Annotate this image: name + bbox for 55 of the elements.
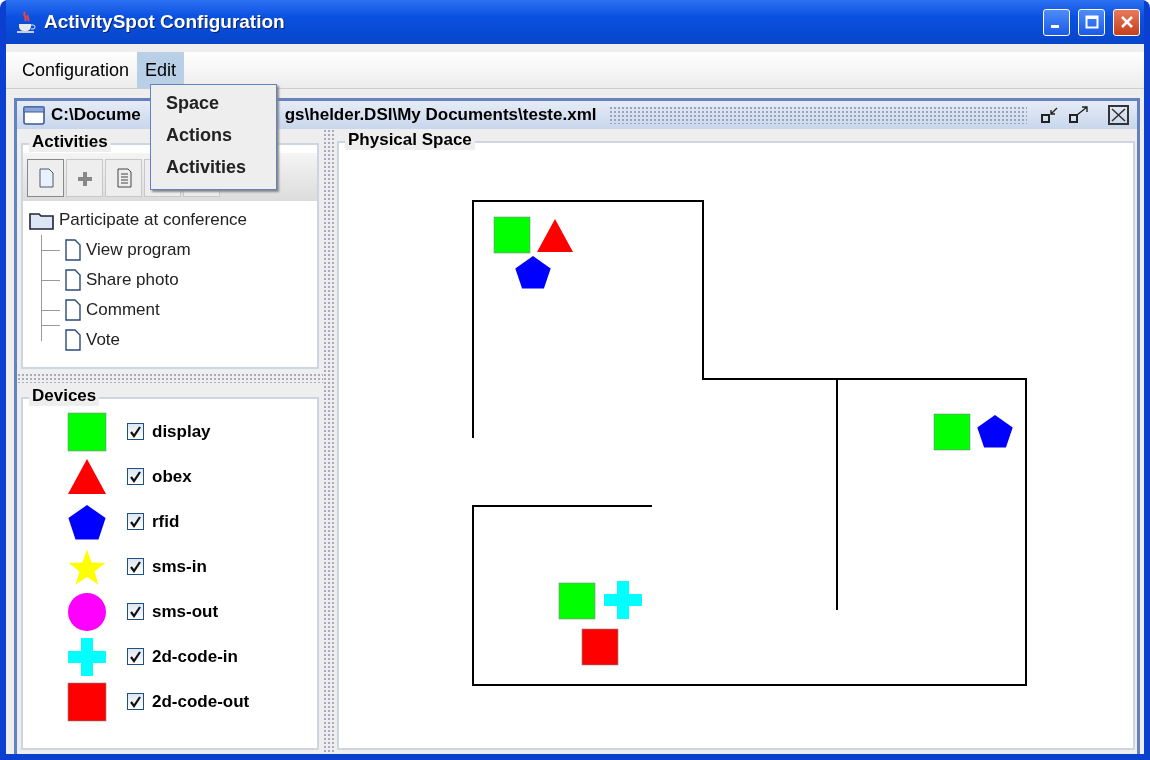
file-icon: [64, 298, 82, 322]
square-marker[interactable]: [558, 582, 596, 620]
panel-title: Devices: [29, 386, 100, 406]
checkbox[interactable]: [127, 423, 144, 440]
device-label: 2d-code-out: [152, 691, 250, 712]
device-label: sms-out: [152, 601, 219, 622]
device-label: display: [152, 421, 211, 442]
close-frame-icon[interactable]: [1107, 104, 1131, 126]
minimize-button[interactable]: [1043, 8, 1070, 36]
document-path: gs\helder.DSI\My Documents\teste.xml: [284, 105, 597, 125]
tree-item[interactable]: View program: [86, 240, 191, 260]
close-button[interactable]: [1113, 8, 1140, 36]
square-marker[interactable]: [933, 413, 971, 451]
tree-item[interactable]: Vote: [86, 330, 121, 350]
menu-item[interactable]: Edit: [137, 52, 185, 88]
window-title: ActivitySpot Configuration: [44, 11, 286, 33]
file-icon: [64, 268, 82, 292]
pentagon-marker[interactable]: [515, 255, 551, 289]
minimize-icon: [1050, 24, 1059, 28]
maximize-icon: [1084, 15, 1099, 29]
checkbox[interactable]: [127, 513, 144, 530]
device-label: 2d-code-in: [152, 646, 238, 667]
tree-item[interactable]: Share photo: [86, 270, 179, 290]
toolbar-button[interactable]: [66, 159, 103, 197]
toolbar-button[interactable]: [27, 159, 64, 197]
java-cup-icon: [16, 10, 36, 34]
panel-title: Physical Space: [345, 130, 475, 150]
checkbox[interactable]: [127, 603, 144, 620]
checkbox[interactable]: [127, 558, 144, 575]
square-marker[interactable]: [581, 628, 619, 666]
menu-item[interactable]: Space: [151, 89, 276, 121]
document-path: C:\Docume: [51, 105, 141, 125]
checkbox[interactable]: [127, 648, 144, 665]
panel-title: Activities: [29, 132, 111, 152]
triangle-marker[interactable]: [537, 219, 573, 252]
folder-icon: [29, 210, 55, 230]
device-label: obex: [152, 466, 192, 487]
device-label: sms-in: [152, 556, 207, 577]
window-icon: [23, 105, 45, 125]
splitter-handle[interactable]: [17, 373, 323, 383]
square-marker[interactable]: [493, 216, 531, 254]
cross-marker[interactable]: [604, 581, 642, 619]
maximize-button[interactable]: [1078, 8, 1105, 36]
file-icon: [64, 328, 82, 352]
tree-item[interactable]: Comment: [86, 300, 160, 320]
device-label: rfid: [152, 511, 180, 532]
checkbox[interactable]: [127, 468, 144, 485]
checkbox[interactable]: [127, 693, 144, 710]
splitter-handle[interactable]: [323, 129, 335, 754]
file-icon: [64, 238, 82, 262]
menu-item[interactable]: Configuration: [14, 52, 138, 88]
menu-item[interactable]: Actions: [151, 121, 276, 153]
pentagon-marker[interactable]: [977, 414, 1013, 448]
close-icon: [1119, 15, 1134, 29]
tree-item[interactable]: Participate at conference: [59, 210, 248, 230]
